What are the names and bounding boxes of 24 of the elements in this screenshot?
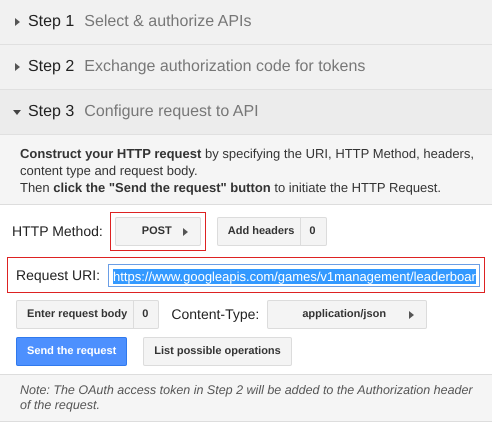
- instruction-text: Then click the "Send the request" button to initiate the HTTP Request.: [20, 179, 442, 196]
- caret-icon: [406, 310, 416, 320]
- step-title: Configure request to API: [84, 102, 259, 122]
- step-number: Step 3: [28, 102, 74, 122]
- caret-icon: [12, 107, 22, 117]
- step-header[interactable]: Step 1 Select & authorize APIs: [0, 0, 492, 45]
- note-text: Note: The OAuth access token in Step 2 will be added to the Authorization header of the request.: [0, 374, 492, 422]
- method-label: HTTP Method:: [12, 222, 103, 241]
- description-text: Construct your HTTP request by specifying the URI, HTTP Method, headers, content type and request body.: [20, 145, 474, 179]
- step-title: Exchange authorization code for tokens: [84, 57, 366, 77]
- add-headers-button[interactable]: Add headers 0: [216, 217, 327, 246]
- method-dropdown[interactable]: POST: [114, 217, 201, 246]
- step-number: Step 2: [28, 57, 74, 77]
- caret-icon: [12, 17, 22, 27]
- content-type-dropdown[interactable]: application/json: [267, 300, 428, 329]
- step-title: Select & authorize APIs: [84, 12, 252, 32]
- list-operations-button[interactable]: List possible operations: [143, 337, 292, 366]
- request-body-button[interactable]: Enter request body 0: [16, 300, 160, 329]
- uri-label: Request URI:: [16, 266, 100, 285]
- step-header[interactable]: Step 3 Configure request to API: [0, 90, 492, 135]
- step-header[interactable]: Step 2 Exchange authorization code for tokens: [0, 45, 492, 90]
- step-number: Step 1: [28, 12, 74, 32]
- content-type-label: Content-Type:: [171, 305, 260, 324]
- caret-icon: [12, 62, 22, 72]
